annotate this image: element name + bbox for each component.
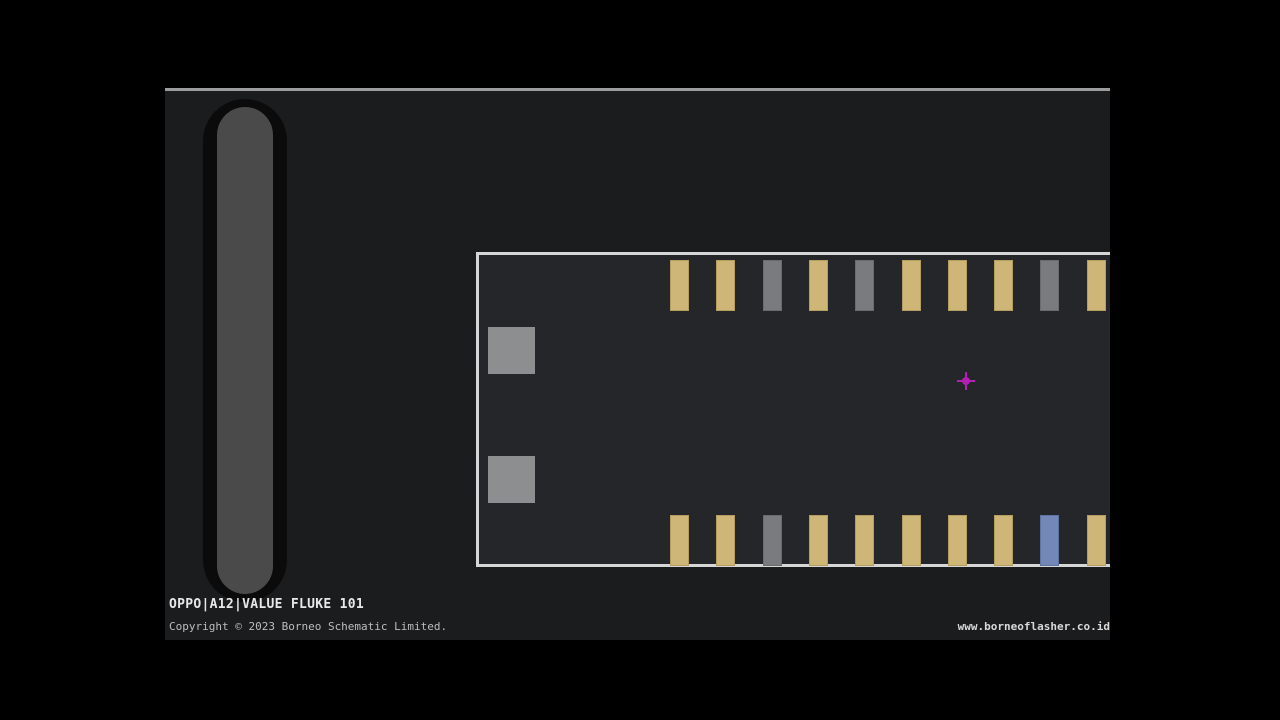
square-pad[interactable] xyxy=(488,327,535,374)
pin-gold[interactable] xyxy=(948,515,967,566)
pin-gold[interactable] xyxy=(716,260,735,311)
pin-gold[interactable] xyxy=(670,515,689,566)
pin-gold[interactable] xyxy=(1087,515,1106,566)
pin-gray[interactable] xyxy=(1040,260,1059,311)
pin-gold[interactable] xyxy=(902,260,921,311)
pin-gold[interactable] xyxy=(902,515,921,566)
pin-blue[interactable] xyxy=(1040,515,1059,566)
pin-gold[interactable] xyxy=(948,260,967,311)
square-pad[interactable] xyxy=(488,456,535,503)
pin-gray[interactable] xyxy=(763,260,782,311)
pin-gray[interactable] xyxy=(763,515,782,566)
pin-gold[interactable] xyxy=(809,515,828,566)
pin-gold[interactable] xyxy=(994,260,1013,311)
website-link[interactable]: www.borneoflasher.co.id xyxy=(958,620,1110,633)
pin-gold[interactable] xyxy=(855,515,874,566)
pin-gold[interactable] xyxy=(716,515,735,566)
pin-gray[interactable] xyxy=(855,260,874,311)
connector-outline[interactable] xyxy=(476,252,1110,567)
schematic-viewer[interactable]: OPPO|A12|VALUE FLUKE 101 Copyright © 202… xyxy=(165,88,1110,640)
pin-gold[interactable] xyxy=(670,260,689,311)
copyright-text: Copyright © 2023 Borneo Schematic Limite… xyxy=(169,620,448,633)
pin-gold[interactable] xyxy=(994,515,1013,566)
crosshair-icon xyxy=(957,372,975,390)
pin-gold[interactable] xyxy=(809,260,828,311)
pin-gold[interactable] xyxy=(1087,260,1106,311)
board-edge-component[interactable] xyxy=(203,99,287,602)
schematic-title: OPPO|A12|VALUE FLUKE 101 xyxy=(169,597,365,612)
board-edge-pad[interactable] xyxy=(217,107,273,594)
